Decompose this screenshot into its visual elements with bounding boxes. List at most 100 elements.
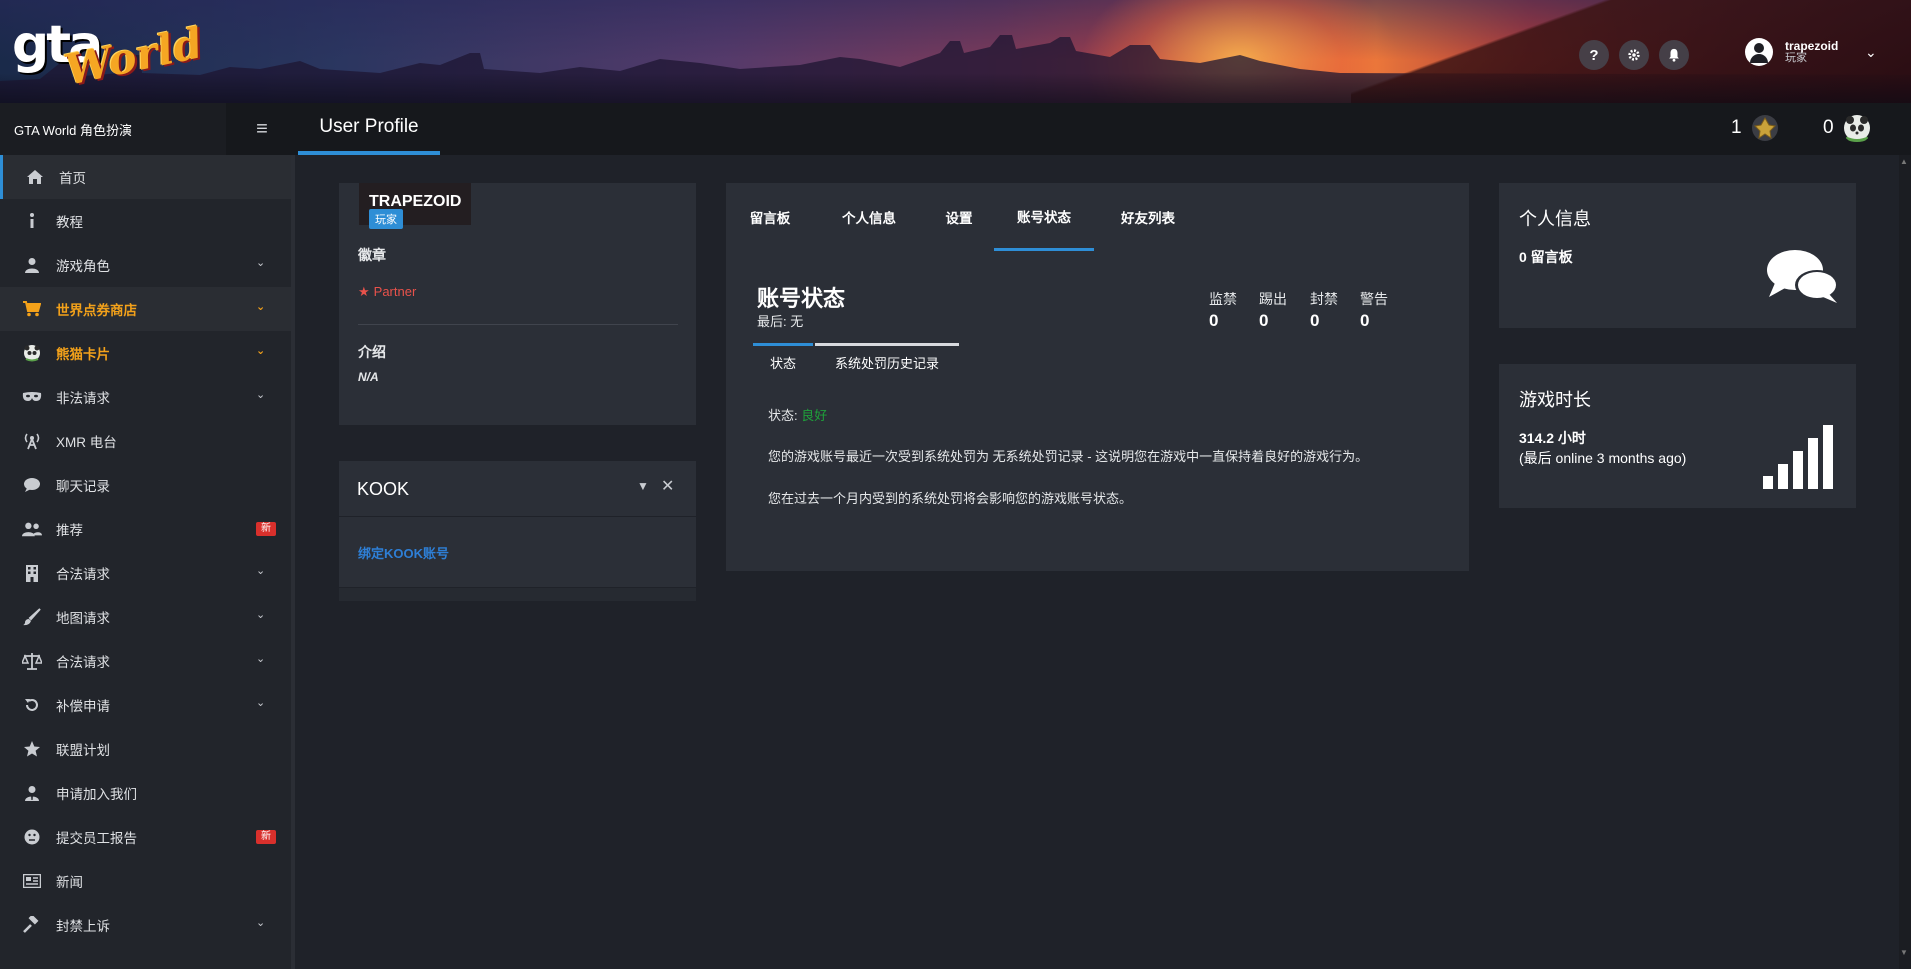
sidebar-item-label: 合法请求 <box>56 655 110 670</box>
status-label: 状态: <box>768 408 798 423</box>
sidebar: 首页 教程 游戏角色 ⌄ 世界点券商店 ⌄ 熊猫卡片 ⌄ 非法请求 ⌄ XMR … <box>0 155 295 969</box>
sidebar-item-join-us[interactable]: 申请加入我们 <box>0 771 291 815</box>
chevron-down-icon[interactable]: ⌄ <box>1865 44 1877 61</box>
account-status-card: 留言板 个人信息 设置 账号状态 好友列表 账号状态 最后: 无 监禁 0 踢出… <box>726 183 1469 571</box>
tab-personal-info[interactable]: 个人信息 <box>814 183 924 251</box>
sidebar-item-label: 世界点券商店 <box>56 303 137 318</box>
chevron-down-icon: ⌄ <box>256 257 266 269</box>
radio-icon <box>22 431 42 451</box>
sidebar-item-points-shop[interactable]: 世界点券商店 ⌄ <box>0 287 291 331</box>
close-icon[interactable]: ✕ <box>661 476 674 496</box>
status-note: 您在过去一个月内受到的系统处罚将会影响您的游戏账号状态。 <box>768 491 1133 506</box>
star-icon <box>22 739 42 759</box>
chevron-down-icon: ⌄ <box>256 345 266 357</box>
new-badge: 新 <box>256 830 276 844</box>
sidebar-item-legal-requests[interactable]: 合法请求 ⌄ <box>0 551 291 595</box>
sidebar-item-label: 新闻 <box>56 875 83 890</box>
sidebar-item-legal-requests-2[interactable]: 合法请求 ⌄ <box>0 639 291 683</box>
brand-name[interactable]: GTA World 角色扮演 <box>0 103 226 155</box>
page-title: User Profile <box>319 116 419 137</box>
profile-card: TRAPEZOID 玩家 徽章 ★ Partner 介绍 N/A <box>339 183 696 425</box>
stat-jail: 监禁 0 <box>1209 289 1237 331</box>
tab-account-status[interactable]: 账号状态 <box>994 183 1094 251</box>
medal-counter[interactable]: 1 <box>1731 113 1780 143</box>
star-icon: ★ <box>358 284 370 299</box>
last-online: (最后 online 3 months ago) <box>1519 450 1687 466</box>
role-badge: 玩家 <box>369 209 403 229</box>
undo-icon <box>22 695 42 715</box>
chevron-down-icon: ⌄ <box>256 653 266 665</box>
new-badge: 新 <box>256 522 276 536</box>
sidebar-item-label: 教程 <box>56 215 83 230</box>
building-icon <box>22 563 42 583</box>
sidebar-item-chat-logs[interactable]: 聊天记录 <box>0 463 291 507</box>
sidebar-item-news[interactable]: 新闻 <box>0 859 291 903</box>
partner-label: Partner <box>373 284 417 299</box>
user-menu[interactable]: trapezoid 玩家 <box>1745 38 1838 66</box>
newspaper-icon <box>22 871 42 891</box>
sidebar-item-label: 联盟计划 <box>56 743 110 758</box>
mask-icon <box>22 387 42 407</box>
settings-button[interactable] <box>1619 40 1649 70</box>
account-status-title: 账号状态 <box>757 286 846 311</box>
stat-value: 0 <box>1209 311 1219 330</box>
tab-message-board[interactable]: 留言板 <box>726 183 814 251</box>
stat-ban: 封禁 0 <box>1310 289 1338 331</box>
scroll-down-icon[interactable]: ▼ <box>1900 948 1908 957</box>
help-icon: ? <box>1589 46 1599 64</box>
tab-friends[interactable]: 好友列表 <box>1094 183 1202 251</box>
chevron-down-icon: ⌄ <box>256 917 266 929</box>
brush-icon <box>22 607 42 627</box>
panda-counter[interactable]: 0 <box>1823 113 1872 143</box>
user-icon <box>22 255 42 275</box>
sidebar-item-illegal-requests[interactable]: 非法请求 ⌄ <box>0 375 291 419</box>
chevron-down-icon: ⌄ <box>256 565 266 577</box>
banner-shade <box>0 73 1911 103</box>
notifications-button[interactable] <box>1659 40 1689 70</box>
sidebar-item-map-requests[interactable]: 地图请求 ⌄ <box>0 595 291 639</box>
scroll-up-icon[interactable]: ▲ <box>1900 157 1908 166</box>
status-value: 良好 <box>801 408 828 423</box>
chevron-down-icon: ⌄ <box>256 389 266 401</box>
stat-label: 监禁 <box>1209 291 1237 307</box>
gta-world-logo[interactable]: gta World <box>12 16 207 95</box>
sidebar-item-characters[interactable]: 游戏角色 ⌄ <box>0 243 291 287</box>
cart-icon <box>22 299 42 319</box>
kook-card-footer <box>339 587 696 601</box>
medal-count: 1 <box>1731 117 1742 138</box>
sidebar-item-label: 地图请求 <box>56 611 110 626</box>
subtab-punishment-history[interactable]: 系统处罚历史记录 <box>815 343 959 379</box>
menu-toggle-button[interactable]: ≡ <box>226 103 298 155</box>
help-button[interactable]: ? <box>1579 40 1609 70</box>
bind-kook-link[interactable]: 绑定KOOK账号 <box>358 543 449 562</box>
sidebar-item-home[interactable]: 首页 <box>0 155 291 199</box>
panda-count: 0 <box>1823 117 1834 138</box>
status-description: 您的游戏账号最近一次受到系统处罚为 无系统处罚记录 - 这说明您在游戏中一直保持… <box>768 449 1369 464</box>
sidebar-item-ban-appeal[interactable]: 封禁上诉 ⌄ <box>0 903 291 947</box>
stat-label: 封禁 <box>1310 291 1338 307</box>
sidebar-item-tutorial[interactable]: 教程 <box>0 199 291 243</box>
collapse-icon[interactable]: ▼ <box>637 479 649 493</box>
tab-settings[interactable]: 设置 <box>924 183 994 251</box>
top-navbar: GTA World 角色扮演 ≡ User Profile 1 0 <box>0 103 1911 155</box>
username: trapezoid <box>1785 39 1839 53</box>
page-scrollbar[interactable] <box>1899 155 1911 969</box>
gavel-icon <box>22 915 42 935</box>
play-time-hours: 314.2 小时 <box>1519 430 1586 446</box>
sidebar-item-panda-cards[interactable]: 熊猫卡片 ⌄ <box>0 331 291 375</box>
sidebar-item-label: 游戏角色 <box>56 259 110 274</box>
home-icon <box>25 167 45 187</box>
sidebar-item-label: XMR 电台 <box>56 435 117 450</box>
sidebar-item-compensation[interactable]: 补偿申请 ⌄ <box>0 683 291 727</box>
stat-value: 0 <box>1259 311 1269 330</box>
stat-warning: 警告 0 <box>1360 289 1388 331</box>
sidebar-item-referral[interactable]: 推荐 新 <box>0 507 291 551</box>
medal-icon <box>1751 115 1778 141</box>
subtab-status[interactable]: 状态 <box>753 343 813 379</box>
sidebar-item-xmr-radio[interactable]: XMR 电台 <box>0 419 291 463</box>
stat-kick: 踢出 0 <box>1259 289 1287 331</box>
sidebar-item-affiliate[interactable]: 联盟计划 <box>0 727 291 771</box>
sidebar-item-staff-report[interactable]: 提交员工报告 新 <box>0 815 291 859</box>
kook-card-header: KOOK ▼ ✕ <box>339 461 696 517</box>
last-punishment: 最后: 无 <box>757 314 804 329</box>
